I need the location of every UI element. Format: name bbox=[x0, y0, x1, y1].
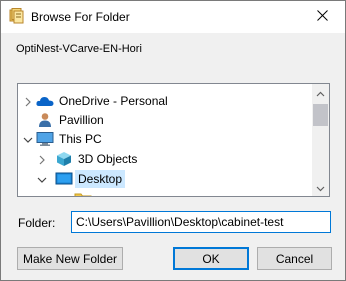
tree-item-label: OneDrive - Personal bbox=[59, 94, 168, 108]
tree-item-pavillion[interactable]: Pavillion bbox=[18, 110, 312, 130]
chevron-down-icon[interactable] bbox=[37, 174, 47, 184]
folder-icon bbox=[74, 191, 92, 196]
onedrive-cloud-icon bbox=[36, 93, 54, 109]
dialog-title: Browse For Folder bbox=[31, 10, 130, 24]
tree-item-label: Pavillion bbox=[59, 113, 104, 127]
folder-field-label: Folder: bbox=[18, 216, 56, 230]
chevron-down-icon[interactable] bbox=[23, 134, 33, 144]
folder-tree[interactable]: OneDrive - Personal Pavillion This PC 3D… bbox=[17, 83, 330, 197]
tree-item-3d-objects[interactable]: 3D Objects bbox=[18, 149, 312, 169]
desktop-folder-icon bbox=[55, 171, 73, 187]
scroll-down-button[interactable] bbox=[312, 179, 329, 196]
chevron-up-icon bbox=[316, 86, 325, 100]
browse-for-folder-dialog: Browse For Folder OptiNest-VCarve-EN-Hor… bbox=[0, 0, 346, 281]
scroll-thumb[interactable] bbox=[313, 104, 328, 126]
tree-item-label: This PC bbox=[59, 132, 102, 146]
tree-item-onedrive[interactable]: OneDrive - Personal bbox=[18, 91, 312, 111]
chevron-right-icon[interactable] bbox=[37, 154, 47, 165]
tree-item-partial[interactable] bbox=[18, 189, 312, 196]
ok-button[interactable]: OK bbox=[173, 247, 249, 270]
tree-item-label: Desktop bbox=[75, 170, 126, 188]
make-new-folder-button[interactable]: Make New Folder bbox=[17, 247, 123, 270]
close-button[interactable] bbox=[299, 1, 345, 32]
scroll-up-button[interactable] bbox=[312, 84, 329, 101]
3d-objects-folder-icon bbox=[55, 151, 73, 167]
folder-browse-icon bbox=[9, 8, 25, 24]
title-bar[interactable]: Browse For Folder bbox=[1, 1, 345, 33]
dialog-description: OptiNest-VCarve-EN-Hori bbox=[16, 43, 142, 55]
cancel-button[interactable]: Cancel bbox=[257, 247, 332, 270]
close-icon bbox=[316, 9, 328, 24]
tree-scrollbar[interactable] bbox=[312, 84, 329, 196]
user-folder-icon bbox=[36, 112, 54, 128]
tree-item-label: 3D Objects bbox=[78, 152, 138, 166]
chevron-right-icon[interactable] bbox=[23, 96, 33, 107]
tree-item-this-pc[interactable]: This PC bbox=[18, 129, 312, 149]
computer-icon bbox=[36, 131, 54, 147]
tree-item-desktop[interactable]: Desktop bbox=[18, 169, 312, 189]
chevron-down-icon bbox=[316, 181, 325, 195]
folder-path-input[interactable] bbox=[71, 211, 331, 233]
